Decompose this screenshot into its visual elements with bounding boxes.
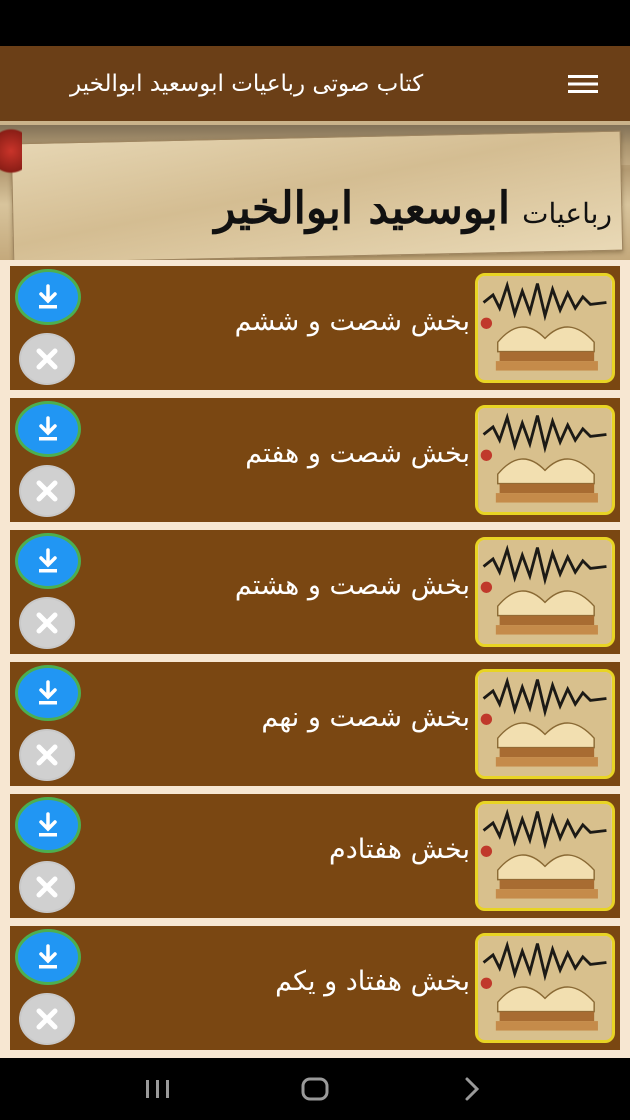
download-button[interactable]: [15, 401, 81, 457]
list-item[interactable]: بخش شصت و ششم: [10, 266, 620, 390]
download-button[interactable]: [15, 533, 81, 589]
home-icon: [301, 1077, 329, 1101]
list-item[interactable]: بخش شصت و نهم: [10, 662, 620, 786]
book-audio-thumbnail: [475, 405, 615, 515]
download-icon: [39, 812, 57, 837]
book-audio-thumbnail: [475, 801, 615, 911]
remove-button[interactable]: [19, 993, 75, 1045]
banner-subtitle: رباعیات: [522, 197, 612, 230]
back-chevron-icon: [465, 1077, 479, 1101]
banner-ornament-icon: [0, 127, 22, 187]
remove-button[interactable]: [19, 729, 75, 781]
item-title: بخش شصت و هفتم: [245, 438, 470, 469]
download-icon: [39, 680, 57, 705]
recent-apps-icon: [146, 1080, 170, 1098]
close-icon: [36, 480, 58, 502]
list-item[interactable]: بخش شصت و هفتم: [10, 398, 620, 522]
download-button[interactable]: [15, 797, 81, 853]
back-button[interactable]: [442, 1064, 502, 1114]
book-audio-thumbnail: [475, 669, 615, 779]
book-audio-thumbnail: [475, 537, 615, 647]
list-item[interactable]: بخش شصت و هشتم: [10, 530, 620, 654]
close-icon: [36, 612, 58, 634]
home-button[interactable]: [285, 1064, 345, 1114]
hamburger-menu-icon[interactable]: [566, 67, 600, 101]
download-button[interactable]: [15, 665, 81, 721]
app-title: کتاب صوتی رباعیات ابوسعید ابوالخیر: [70, 70, 424, 97]
book-audio-thumbnail: [475, 273, 615, 383]
download-icon: [39, 548, 57, 573]
app-screen: کتاب صوتی رباعیات ابوسعید ابوالخیر رباعی…: [0, 0, 630, 1120]
close-icon: [36, 744, 58, 766]
app-bar: کتاب صوتی رباعیات ابوسعید ابوالخیر: [0, 46, 630, 121]
item-title: بخش هفتادم: [329, 834, 470, 865]
close-icon: [36, 876, 58, 898]
close-icon: [36, 1008, 58, 1030]
item-title: بخش شصت و نهم: [261, 702, 470, 733]
system-nav-bar: [0, 1058, 630, 1120]
list-item[interactable]: بخش هفتادم: [10, 794, 620, 918]
banner-calligraphy: رباعیات ابوسعید ابوالخیر: [214, 183, 612, 234]
remove-button[interactable]: [19, 465, 75, 517]
item-title: بخش شصت و هشتم: [234, 570, 470, 601]
banner-title: ابوسعید ابوالخیر: [214, 183, 511, 234]
item-title: بخش شصت و ششم: [234, 306, 470, 337]
chapter-list: بخش شصت و ششم بخش شصت و هفتم بخش شصت و ه…: [0, 260, 630, 1058]
list-item[interactable]: بخش هفتاد و یکم: [10, 926, 620, 1050]
status-bar: [0, 0, 630, 46]
download-icon: [39, 416, 57, 441]
download-button[interactable]: [15, 269, 81, 325]
item-title: بخش هفتاد و یکم: [275, 966, 470, 997]
download-icon: [39, 284, 57, 309]
recent-apps-button[interactable]: [128, 1064, 188, 1114]
book-audio-thumbnail: [475, 933, 615, 1043]
close-icon: [36, 348, 58, 370]
remove-button[interactable]: [19, 333, 75, 385]
remove-button[interactable]: [19, 861, 75, 913]
download-icon: [39, 944, 57, 969]
remove-button[interactable]: [19, 597, 75, 649]
header-banner: رباعیات ابوسعید ابوالخیر: [0, 121, 630, 260]
download-button[interactable]: [15, 929, 81, 985]
